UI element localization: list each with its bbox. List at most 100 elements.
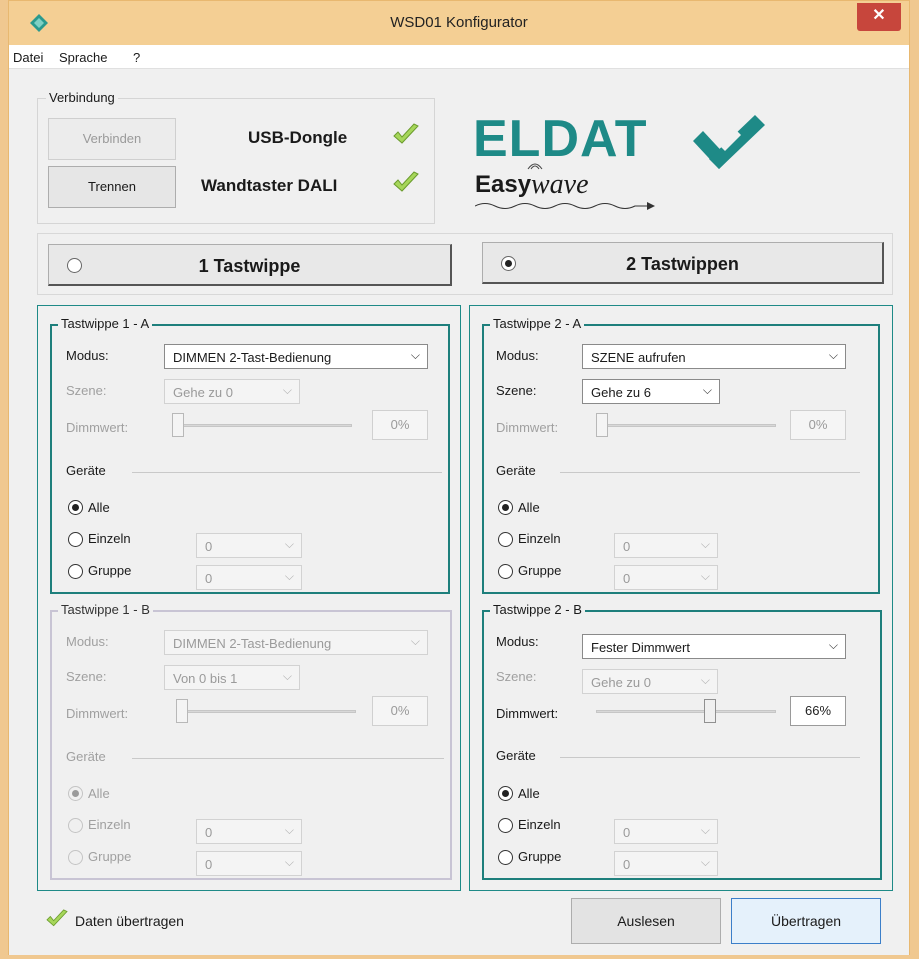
group-2a-gruppe-select[interactable]: 0 ⌵ xyxy=(614,565,718,590)
logo-easy: Easy xyxy=(475,171,532,198)
wave-signal-icon xyxy=(527,163,543,170)
dimmwert-label: Dimmwert: xyxy=(496,706,559,721)
einzeln-label: Einzeln xyxy=(518,817,561,832)
group-1a-alle-radio[interactable] xyxy=(68,500,83,515)
group-2a-einzeln-radio[interactable] xyxy=(498,532,513,547)
einzeln-label: Einzeln xyxy=(88,531,131,546)
group-1a-szene-select[interactable]: Gehe zu 0 ⌵ xyxy=(164,379,300,404)
group-1b-einzeln-radio[interactable] xyxy=(68,818,83,833)
read-button[interactable]: Auslesen xyxy=(571,898,721,944)
group-1b-alle-radio[interactable] xyxy=(68,786,83,801)
group-2a-modus-select[interactable]: SZENE aufrufen ⌵ xyxy=(582,344,846,369)
szene-label: Szene: xyxy=(496,383,537,398)
group-2a-dim-slider-thumb[interactable] xyxy=(596,413,608,437)
group-2b-gruppe-select[interactable]: 0 ⌵ xyxy=(614,851,718,876)
right-panel: Tastwippe 2 - A Modus: SZENE aufrufen ⌵ … xyxy=(469,305,893,891)
group-1b-gruppe-radio[interactable] xyxy=(68,850,83,865)
chevron-down-icon: ⌵ xyxy=(282,383,292,397)
chevron-down-icon: ⌵ xyxy=(284,823,294,837)
geraete-label: Geräte xyxy=(496,463,536,478)
one-rocker-button[interactable]: 1 Tastwippe xyxy=(48,244,452,286)
separator xyxy=(132,472,442,473)
group-2a-gruppe-value: 0 xyxy=(623,571,631,586)
szene-label: Szene: xyxy=(66,383,107,398)
group-2b-modus-value: Fester Dimmwert xyxy=(591,640,690,655)
group-1a-einzeln-select[interactable]: 0 ⌵ xyxy=(196,533,302,558)
left-panel: Tastwippe 1 - A Modus: DIMMEN 2-Tast-Bed… xyxy=(37,305,461,891)
title-bar: WSD01 Konfigurator ✕ xyxy=(9,1,909,45)
usb-dongle-label: USB-Dongle xyxy=(248,128,348,147)
menu-datei[interactable]: Datei xyxy=(13,50,43,65)
status-check-icon xyxy=(46,909,68,927)
group-2a-alle-radio[interactable] xyxy=(498,500,513,515)
einzeln-label: Einzeln xyxy=(88,817,131,832)
group-1b-modus-select[interactable]: DIMMEN 2-Tast-Bedienung ⌵ xyxy=(164,630,428,655)
separator xyxy=(132,758,444,759)
group-2b-einzeln-radio[interactable] xyxy=(498,818,513,833)
group-1b-szene-select[interactable]: Von 0 bis 1 ⌵ xyxy=(164,665,300,690)
group-2a-modus-value: SZENE aufrufen xyxy=(591,350,686,365)
mode-selector: 1 Tastwippe 2 Tastwippen xyxy=(37,233,893,295)
modus-label: Modus: xyxy=(496,348,539,363)
group-2a-dim-value[interactable]: 0% xyxy=(790,410,846,440)
window-title: WSD01 Konfigurator xyxy=(390,14,528,31)
group-2a-szene-select[interactable]: Gehe zu 6 ⌵ xyxy=(582,379,720,404)
group-2b-dim-slider-thumb[interactable] xyxy=(704,699,716,723)
group-2a-gruppe-radio[interactable] xyxy=(498,564,513,579)
group-2a: Tastwippe 2 - A Modus: SZENE aufrufen ⌵ … xyxy=(482,316,880,594)
group-1b-gruppe-value: 0 xyxy=(205,857,213,872)
group-2a-einzeln-select[interactable]: 0 ⌵ xyxy=(614,533,718,558)
group-1a-modus-select[interactable]: DIMMEN 2-Tast-Bedienung ⌵ xyxy=(164,344,428,369)
dimmwert-label: Dimmwert: xyxy=(66,706,129,721)
menu-help[interactable]: ? xyxy=(133,50,140,65)
group-1b-dim-value[interactable]: 0% xyxy=(372,696,428,726)
chevron-down-icon: ⌵ xyxy=(700,537,710,551)
wall-check-icon xyxy=(393,171,419,192)
two-rockers-button[interactable]: 2 Tastwippen xyxy=(482,242,884,284)
group-2b-gruppe-radio[interactable] xyxy=(498,850,513,865)
separator xyxy=(560,472,860,473)
einzeln-label: Einzeln xyxy=(518,531,561,546)
group-1b-gruppe-select[interactable]: 0 ⌵ xyxy=(196,851,302,876)
group-1a-gruppe-value: 0 xyxy=(205,571,213,586)
group-1a: Tastwippe 1 - A Modus: DIMMEN 2-Tast-Bed… xyxy=(50,316,450,594)
dimmwert-label: Dimmwert: xyxy=(66,420,129,435)
chevron-down-icon: ⌵ xyxy=(828,638,838,652)
disconnect-button[interactable]: Trennen xyxy=(48,166,176,208)
one-rocker-label: 1 Tastwippe xyxy=(198,256,301,276)
close-button[interactable]: ✕ xyxy=(857,3,901,31)
separator xyxy=(560,757,860,758)
group-2b-modus-select[interactable]: Fester Dimmwert ⌵ xyxy=(582,634,846,659)
group-1a-gruppe-select[interactable]: 0 ⌵ xyxy=(196,565,302,590)
chevron-down-icon: ⌵ xyxy=(700,673,710,687)
group-1b-dim-slider-thumb[interactable] xyxy=(176,699,188,723)
modus-label: Modus: xyxy=(66,634,109,649)
dimmwert-label: Dimmwert: xyxy=(496,420,559,435)
group-1a-gruppe-radio[interactable] xyxy=(68,564,83,579)
chevron-down-icon: ⌵ xyxy=(702,383,712,397)
group-2a-szene-value: Gehe zu 6 xyxy=(591,385,651,400)
connect-button[interactable]: Verbinden xyxy=(48,118,176,160)
group-2b-szene-select[interactable]: Gehe zu 0 ⌵ xyxy=(582,669,718,694)
chevron-down-icon: ⌵ xyxy=(700,569,710,583)
alle-label: Alle xyxy=(88,786,110,801)
transfer-button[interactable]: Übertragen xyxy=(731,898,881,944)
menu-sprache[interactable]: Sprache xyxy=(59,50,107,65)
group-2a-dim-slider-track[interactable] xyxy=(596,424,776,427)
group-1a-dim-value[interactable]: 0% xyxy=(372,410,428,440)
group-1b-dim-slider-track[interactable] xyxy=(176,710,356,713)
group-1a-dim-slider-track[interactable] xyxy=(172,424,352,427)
chevron-down-icon: ⌵ xyxy=(284,855,294,869)
group-2b-dim-slider-track[interactable] xyxy=(596,710,776,713)
group-1b-einzeln-select[interactable]: 0 ⌵ xyxy=(196,819,302,844)
eldat-logo: ELDAT Easy wave xyxy=(473,110,783,215)
group-1a-einzeln-radio[interactable] xyxy=(68,532,83,547)
group-2b-alle-radio[interactable] xyxy=(498,786,513,801)
group-2b-einzeln-select[interactable]: 0 ⌵ xyxy=(614,819,718,844)
connection-group: Verbindung Verbinden Trennen USB-Dongle … xyxy=(37,90,435,224)
chevron-down-icon: ⌵ xyxy=(284,569,294,583)
group-1a-dim-slider-thumb[interactable] xyxy=(172,413,184,437)
alle-label: Alle xyxy=(518,500,540,515)
group-2b-dim-value[interactable]: 66% xyxy=(790,696,846,726)
group-1b: Tastwippe 1 - B Modus: DIMMEN 2-Tast-Bed… xyxy=(50,602,452,880)
